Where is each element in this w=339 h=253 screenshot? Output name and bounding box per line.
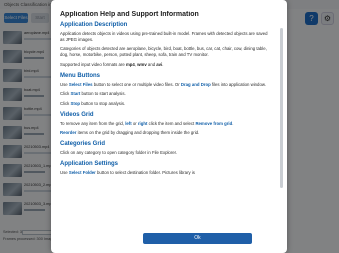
help-content: Application Help and Support Information…: [60, 11, 270, 230]
menu-select-paragraph: Use Select Files button to select one or…: [60, 81, 266, 87]
section-heading-description: Application Description: [60, 22, 128, 28]
help-dialog: Application Help and Support Information…: [51, 0, 287, 253]
section-heading-categories: Categories Grid: [60, 141, 106, 148]
menu-start-paragraph: Click Start button to start analysis.: [60, 91, 126, 97]
settings-paragraph: Use Select Folder button to select desti…: [60, 169, 195, 175]
section-heading-menu: Menu Buttons: [60, 72, 100, 79]
section-heading-grid: Videos Grid: [60, 111, 94, 118]
grid-reorder-paragraph: Reorder items on the grid by dragging an…: [60, 130, 200, 136]
menu-stop-paragraph: Click Stop button to stop analysis.: [60, 100, 126, 106]
section-heading-settings: Application Settings: [60, 160, 119, 167]
scrollbar-thumb[interactable]: [280, 28, 283, 188]
categories-grid-paragraph: Click on any category to open category f…: [60, 150, 178, 156]
description-paragraph: Application detects objects in videos us…: [60, 31, 268, 42]
grid-remove-paragraph: To remove any item from the grid, left o…: [60, 120, 234, 126]
scrollbar[interactable]: [280, 6, 283, 212]
formats-paragraph: Supported input video formats are mp4, w…: [60, 61, 164, 67]
dialog-title: Application Help and Support Information: [60, 11, 199, 18]
ok-button[interactable]: Ok: [143, 233, 252, 244]
categories-paragraph: Categories of objects detected are aerop…: [60, 46, 267, 58]
